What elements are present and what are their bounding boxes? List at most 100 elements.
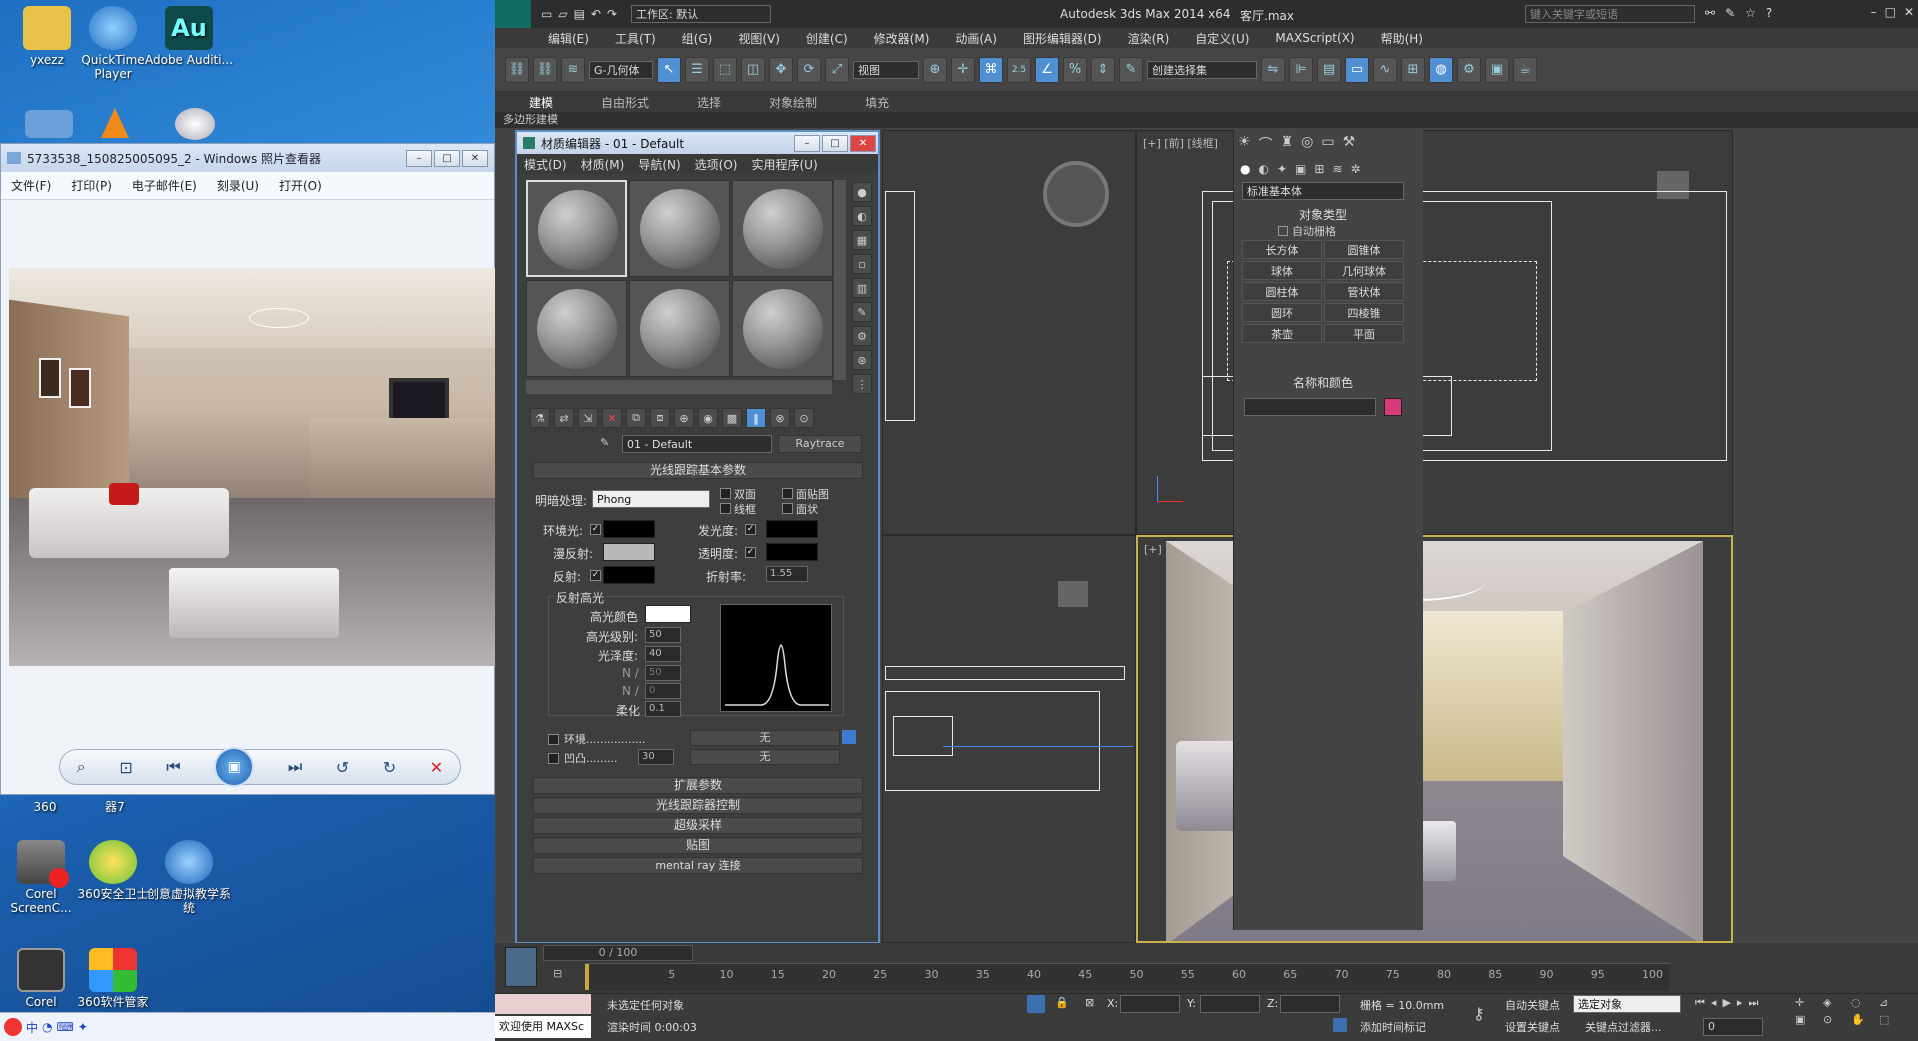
binoculars-icon[interactable]: ⚯ xyxy=(1705,6,1715,20)
new-file-icon[interactable]: ▭ xyxy=(541,7,552,21)
display-tab-icon[interactable]: ▭ xyxy=(1321,134,1334,154)
close-button[interactable]: ✕ xyxy=(1904,5,1914,19)
tab-object-paint[interactable]: 对象绘制 xyxy=(769,94,817,111)
material-id-icon[interactable]: ◉ xyxy=(698,408,718,428)
menu-edit[interactable]: 编辑(E) xyxy=(548,30,589,47)
maximize-viewport-icon[interactable]: ⬚ xyxy=(1879,1013,1903,1026)
zoom-all-icon[interactable]: ◈ xyxy=(1823,996,1847,1009)
undo-icon[interactable]: ↶ xyxy=(591,7,601,21)
shading-dropdown[interactable]: Phong xyxy=(592,490,710,508)
env-lock-icon[interactable] xyxy=(842,730,856,744)
make-copy-icon[interactable]: ⧉ xyxy=(626,408,646,428)
sphere-button[interactable]: 球体 xyxy=(1242,261,1322,280)
rotate-icon[interactable]: ⟳ xyxy=(797,56,821,83)
percent-snap-icon[interactable]: % xyxy=(1063,56,1087,83)
scale-icon[interactable]: ⤢ xyxy=(825,56,849,83)
search-input[interactable]: 键入关键字或短语 xyxy=(1525,5,1695,23)
desktop-icon-disc[interactable] xyxy=(150,108,240,143)
helpers-icon[interactable]: ⊞ xyxy=(1314,162,1324,176)
window-crossing-icon[interactable]: ◫ xyxy=(741,56,765,83)
put-to-library-icon[interactable]: ⊕ xyxy=(674,408,694,428)
rollout-raytrace-basic[interactable]: 光线跟踪基本参数 xyxy=(533,462,863,479)
previous-icon[interactable]: ⏮ xyxy=(166,757,180,777)
cameras-icon[interactable]: ▣ xyxy=(1295,162,1306,176)
object-name-field[interactable] xyxy=(1244,398,1376,416)
render-icon[interactable]: ☕ xyxy=(1513,56,1537,83)
key-icon[interactable]: ⚷ xyxy=(1473,1004,1485,1023)
maxscript-welcome[interactable]: 欢迎使用 MAXSc xyxy=(495,1016,591,1038)
tray-icon-1[interactable]: ◔ xyxy=(42,1020,52,1034)
rollout-raytracer-controls[interactable]: 光线跟踪器控制 xyxy=(533,797,863,814)
menu-open[interactable]: 打开(O) xyxy=(279,177,322,194)
add-time-tag[interactable]: 添加时间标记 xyxy=(1360,1019,1426,1035)
edit-named-selection-icon[interactable]: ✎ xyxy=(1119,56,1143,83)
fov-icon[interactable]: ⊿ xyxy=(1879,996,1903,1009)
menu-graph-editors[interactable]: 图形编辑器(D) xyxy=(1023,30,1102,47)
pick-material-icon[interactable]: ✎ xyxy=(600,436,609,449)
isolate-selection-icon[interactable] xyxy=(1027,995,1045,1013)
environment-map-button[interactable]: 无 xyxy=(690,730,840,746)
unlink-icon[interactable]: ⛓ xyxy=(533,56,557,83)
ior-spinner[interactable]: 1.55 xyxy=(766,566,808,582)
go-to-start-icon[interactable]: ⏮ xyxy=(1695,996,1705,1010)
y-coordinate[interactable] xyxy=(1200,995,1260,1013)
reset-material-icon[interactable]: ✕ xyxy=(602,408,622,428)
tray-icon-3[interactable]: ✦ xyxy=(78,1020,88,1034)
spinner-snap-icon[interactable]: ⇕ xyxy=(1091,56,1115,83)
tray-icon-2[interactable]: ⌨ xyxy=(57,1020,74,1034)
maximize-button[interactable]: □ xyxy=(822,134,848,152)
desktop-icon-360-software[interactable]: 360软件管家 xyxy=(68,948,158,1009)
menu-utilities[interactable]: 实用程序(U) xyxy=(751,156,817,173)
maximize-button[interactable]: □ xyxy=(1885,5,1896,19)
rotate-right-icon[interactable]: ↻ xyxy=(383,758,396,777)
material-slot-5[interactable] xyxy=(629,280,730,377)
layer-manager-icon[interactable]: ▤ xyxy=(1317,56,1341,83)
star-icon[interactable]: ☆ xyxy=(1745,6,1756,20)
save-file-icon[interactable]: ▤ xyxy=(574,7,585,21)
workspace-dropdown[interactable]: 工作区: 默认 xyxy=(631,5,772,23)
face-map-checkbox[interactable] xyxy=(782,488,793,499)
pivot-icon[interactable]: ⊕ xyxy=(923,56,947,83)
ribbon-toggle-icon[interactable]: ▭ xyxy=(1345,56,1369,83)
menu-rendering[interactable]: 渲染(R) xyxy=(1128,30,1170,47)
sample-uv-icon[interactable]: ▫ xyxy=(852,254,872,274)
viewcube-icon[interactable] xyxy=(1058,581,1088,607)
ambient-color-swatch[interactable] xyxy=(603,520,655,538)
mirror-icon[interactable]: ⇋ xyxy=(1261,56,1285,83)
object-color-swatch[interactable] xyxy=(1384,398,1402,416)
z-coordinate[interactable] xyxy=(1280,995,1340,1013)
next-icon[interactable]: ⏭ xyxy=(288,757,302,777)
slots-scrollbar[interactable] xyxy=(834,180,846,380)
keyboard-shortcut-icon[interactable]: ⌘ xyxy=(979,56,1003,83)
pan-icon[interactable]: ✋ xyxy=(1851,1013,1875,1026)
video-color-icon[interactable]: ▥ xyxy=(852,278,872,298)
utilities-tab-icon[interactable]: ⚒ xyxy=(1343,134,1356,154)
set-key-button[interactable]: 设置关键点 xyxy=(1505,1019,1560,1035)
systems-icon[interactable]: ✲ xyxy=(1351,162,1361,176)
layer-dropdown[interactable]: G-几何体 xyxy=(589,60,653,79)
schematic-view-icon[interactable]: ⊞ xyxy=(1401,56,1425,83)
close-button[interactable]: ✕ xyxy=(462,149,488,167)
hierarchy-tab-icon[interactable]: ♜ xyxy=(1281,134,1294,154)
zoom-icon[interactable]: ⌕ xyxy=(77,757,86,777)
rollout-extended[interactable]: 扩展参数 xyxy=(533,777,863,794)
orbit-icon[interactable]: ◌ xyxy=(1851,996,1875,1009)
get-material-icon[interactable]: ⚗ xyxy=(530,408,550,428)
shapes-icon[interactable]: ◐ xyxy=(1258,162,1268,176)
bump-checkbox[interactable] xyxy=(548,753,559,764)
menu-navigation[interactable]: 导航(N) xyxy=(638,156,680,173)
viewport-front-label[interactable]: [+] [前] [线框] xyxy=(1143,135,1218,151)
create-tab-icon[interactable]: ☀ xyxy=(1238,134,1251,154)
box-button[interactable]: 长方体 xyxy=(1242,240,1322,259)
menu-views[interactable]: 视图(V) xyxy=(738,30,780,47)
tube-button[interactable]: 管状体 xyxy=(1324,282,1404,301)
slots-h-scrollbar[interactable] xyxy=(526,380,832,394)
walk-icon[interactable]: ⊙ xyxy=(1823,1013,1847,1026)
material-slot-1[interactable] xyxy=(526,180,627,277)
menu-email[interactable]: 电子邮件(E) xyxy=(132,177,197,194)
current-frame-field[interactable]: 0 xyxy=(1703,1018,1763,1036)
rollout-supersampling[interactable]: 超级采样 xyxy=(533,817,863,834)
menu-customize[interactable]: 自定义(U) xyxy=(1195,30,1249,47)
cylinder-button[interactable]: 圆柱体 xyxy=(1242,282,1322,301)
diffuse-color-swatch[interactable] xyxy=(603,543,655,561)
